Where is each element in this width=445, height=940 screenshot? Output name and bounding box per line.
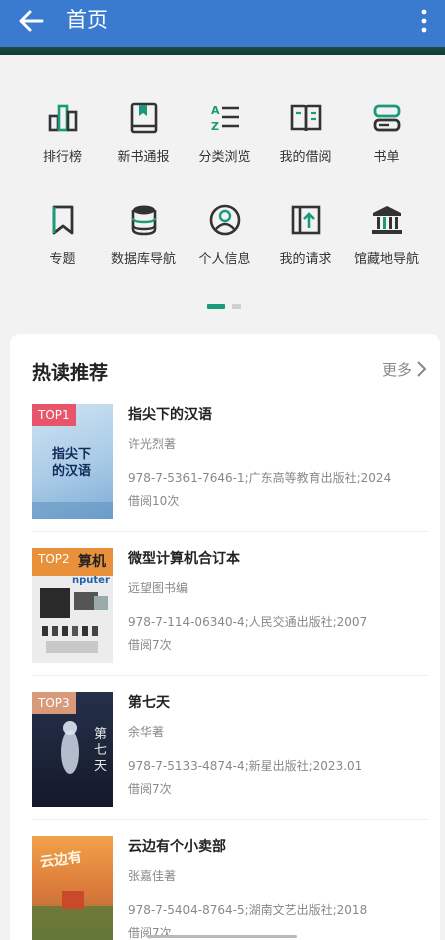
divider bbox=[32, 819, 428, 820]
book-isbn-publisher: 978-7-5133-4874-4;新星出版社;2023.01 bbox=[128, 759, 363, 773]
nav-item-label: 我的请求 bbox=[279, 252, 332, 267]
nav-item-new-books[interactable]: 新书通报 bbox=[99, 100, 188, 165]
bookmark-icon bbox=[52, 205, 73, 235]
nav-item-my-requests[interactable]: 我的请求 bbox=[261, 202, 350, 267]
nav-item-label: 分类浏览 bbox=[198, 150, 251, 165]
header-strip bbox=[0, 47, 445, 55]
svg-text:天: 天 bbox=[94, 759, 107, 774]
book-cover[interactable]: 算机 nputer TOP2 bbox=[32, 548, 113, 663]
request-upload-icon bbox=[291, 205, 320, 235]
nav-item-label: 专题 bbox=[49, 252, 76, 267]
nav-item-label: 新书通报 bbox=[117, 150, 170, 165]
nav-item-database-nav[interactable]: 数据库导航 bbox=[99, 202, 188, 267]
borrow-count: 借阅10次 bbox=[128, 494, 180, 508]
svg-text:指尖下: 指尖下 bbox=[52, 446, 91, 462]
back-arrow-icon[interactable] bbox=[16, 6, 46, 36]
home-indicator bbox=[147, 935, 297, 938]
rank-badge: TOP2 bbox=[32, 548, 76, 570]
database-icon bbox=[131, 205, 156, 236]
page-indicator bbox=[207, 304, 243, 310]
rank-badge: TOP1 bbox=[32, 404, 76, 426]
nav-item-label: 数据库导航 bbox=[110, 252, 176, 267]
book-title[interactable]: 云边有个小卖部 bbox=[128, 836, 226, 856]
book-author: 远望图书编 bbox=[128, 581, 189, 595]
library-building-icon bbox=[371, 206, 402, 234]
sort-az-list-icon: A Z bbox=[211, 104, 239, 133]
nav-item-book-list[interactable]: 书单 bbox=[342, 100, 431, 165]
nav-item-topics[interactable]: 专题 bbox=[18, 202, 107, 267]
book-item[interactable]: 第 七 天 TOP3 第七天 余华著 978-7-5133-4874-4;新星出… bbox=[32, 692, 432, 837]
nav-item-label: 排行榜 bbox=[42, 150, 82, 165]
bar-chart-icon bbox=[48, 104, 77, 132]
divider bbox=[32, 675, 428, 676]
book-bookmark-icon bbox=[130, 102, 157, 134]
nav-item-rankings[interactable]: 排行榜 bbox=[18, 100, 107, 165]
app-bar: 首页 bbox=[0, 0, 445, 47]
book-author: 张嘉佳著 bbox=[128, 869, 177, 883]
page-dot-active[interactable] bbox=[207, 304, 225, 309]
more-link[interactable]: 更多 bbox=[382, 359, 412, 380]
nav-item-label: 我的借阅 bbox=[279, 150, 332, 165]
borrow-count: 借阅7次 bbox=[128, 782, 172, 796]
nav-item-category-browse[interactable]: A Z 分类浏览 bbox=[180, 100, 269, 165]
book-cover[interactable]: 指尖下 的汉语 TOP1 bbox=[32, 404, 113, 519]
svg-text:A: A bbox=[211, 104, 220, 117]
book-isbn-publisher: 978-7-5361-7646-1;广东高等教育出版社;2024 bbox=[128, 471, 392, 485]
hot-recommendations-card: 热读推荐 更多 指尖下 的汉语 TOP1 指尖下的汉语 许光烈著 978-7-5… bbox=[10, 334, 440, 940]
rank-badge: TOP3 bbox=[32, 692, 76, 714]
book-title[interactable]: 指尖下的汉语 bbox=[128, 404, 212, 424]
chevron-right-icon[interactable] bbox=[414, 360, 428, 378]
book-isbn-publisher: 978-7-114-06340-4;人民交通出版社;2007 bbox=[128, 615, 368, 629]
book-author: 许光烈著 bbox=[128, 437, 177, 451]
book-list-icon bbox=[373, 104, 400, 132]
svg-text:的汉语: 的汉语 bbox=[52, 463, 91, 479]
nav-item-library-location-nav[interactable]: 馆藏地导航 bbox=[342, 202, 431, 267]
book-isbn-publisher: 978-7-5404-8764-5;湖南文艺出版社;2018 bbox=[128, 903, 368, 917]
book-item[interactable]: 云边有 云边有个小卖部 张嘉佳著 978-7-5404-8764-5;湖南文艺出… bbox=[32, 836, 432, 940]
svg-text:算机: 算机 bbox=[78, 553, 106, 570]
open-book-icon bbox=[290, 104, 321, 132]
page-title: 首页 bbox=[66, 8, 108, 32]
nav-item-personal-info[interactable]: 个人信息 bbox=[180, 202, 269, 267]
page-dot[interactable] bbox=[232, 304, 241, 309]
book-cover[interactable]: 第 七 天 TOP3 bbox=[32, 692, 113, 807]
book-title[interactable]: 微型计算机合订本 bbox=[128, 548, 240, 568]
nav-item-label: 个人信息 bbox=[198, 252, 251, 267]
book-author: 余华著 bbox=[128, 725, 165, 739]
book-title[interactable]: 第七天 bbox=[128, 692, 170, 712]
nav-item-my-borrowing[interactable]: 我的借阅 bbox=[261, 100, 350, 165]
section-title: 热读推荐 bbox=[32, 362, 109, 384]
svg-text:nputer: nputer bbox=[72, 575, 110, 586]
book-item[interactable]: 算机 nputer TOP2 微型计算机合订本 远望图书编 978-7-114-… bbox=[32, 548, 432, 693]
book-item[interactable]: 指尖下 的汉语 TOP1 指尖下的汉语 许光烈著 978-7-5361-7646… bbox=[32, 404, 432, 549]
book-cover[interactable]: 云边有 bbox=[32, 836, 113, 940]
svg-text:七: 七 bbox=[94, 743, 107, 758]
nav-item-label: 馆藏地导航 bbox=[353, 252, 419, 267]
svg-text:Z: Z bbox=[211, 120, 219, 133]
divider bbox=[32, 531, 428, 532]
user-circle-icon bbox=[209, 204, 240, 236]
nav-item-label: 书单 bbox=[373, 150, 400, 165]
more-vert-icon[interactable] bbox=[417, 6, 431, 36]
svg-text:云边有: 云边有 bbox=[39, 848, 83, 871]
svg-text:第: 第 bbox=[94, 727, 107, 742]
borrow-count: 借阅7次 bbox=[128, 638, 172, 652]
